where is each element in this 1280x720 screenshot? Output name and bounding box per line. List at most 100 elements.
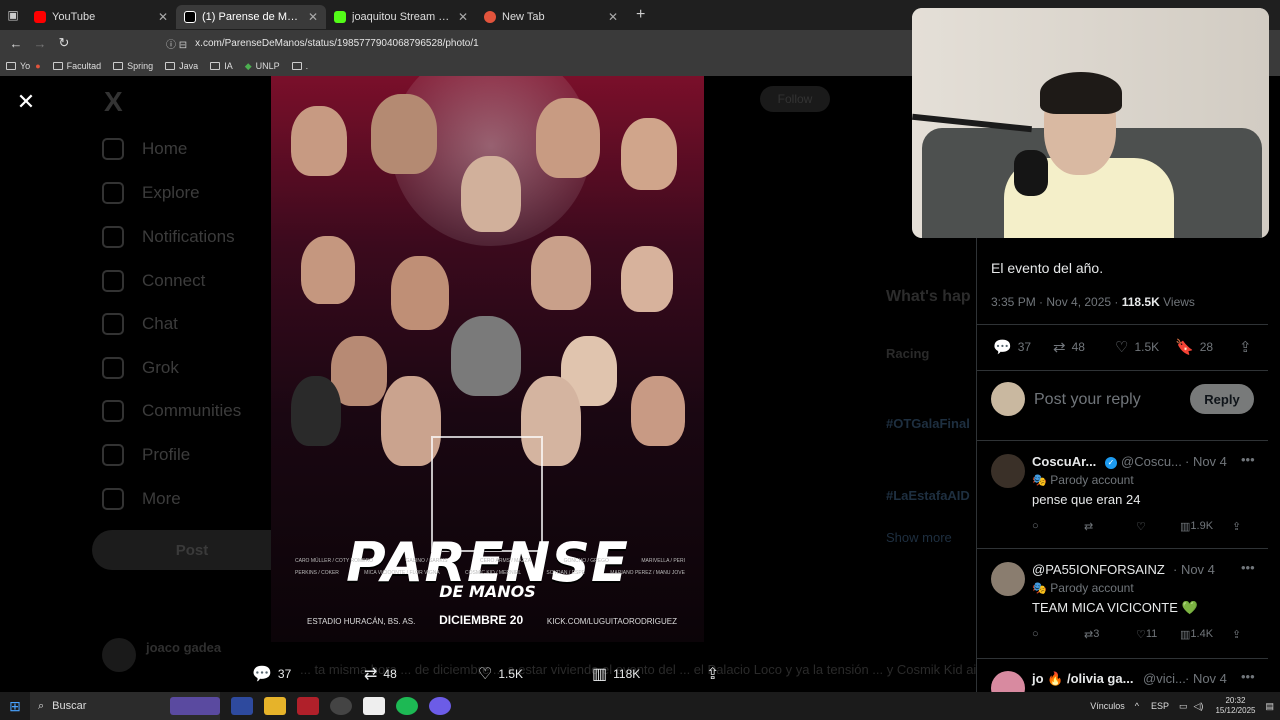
close-tab-icon[interactable]: ✕ xyxy=(308,10,318,24)
show-more-link: Show more xyxy=(886,530,952,545)
nav-label: Explore xyxy=(142,183,200,202)
view-count: 1.9K xyxy=(1190,520,1214,532)
views-stat[interactable]: ▥ 1.9K xyxy=(1180,520,1213,533)
reply-button[interactable]: Reply xyxy=(1190,384,1254,414)
like-action[interactable]: ♡ 1.5K xyxy=(478,664,523,684)
more-options-icon[interactable]: ••• xyxy=(1241,560,1255,575)
more-options-icon[interactable]: ••• xyxy=(1241,669,1255,684)
view-count: 118K xyxy=(613,667,641,681)
like-stat[interactable]: ♡ 11 xyxy=(1136,628,1157,641)
chevron-up-icon[interactable]: ^ xyxy=(1135,701,1139,711)
comment-icon[interactable]: ○ xyxy=(1032,628,1039,640)
follow-button: Follow xyxy=(760,86,830,112)
close-tab-icon[interactable]: ✕ xyxy=(458,10,468,24)
unlp-icon: ◆ xyxy=(244,60,252,71)
reply-author[interactable]: CoscuAr... xyxy=(1032,454,1096,469)
fighter-photo xyxy=(371,94,437,174)
reply-author[interactable]: @PA55IONFORSAINZ xyxy=(1032,562,1165,577)
volume-icon[interactable]: ◁) xyxy=(1194,701,1204,712)
matchup-label: MARIANO PEREZ / MANU JOVE xyxy=(610,570,685,576)
network-icon[interactable]: ▭ xyxy=(1179,701,1188,712)
reply-date: · Nov 4 xyxy=(1185,454,1227,469)
spotify-icon[interactable] xyxy=(396,697,418,715)
trend-item: #OTGalaFinal xyxy=(886,416,970,431)
scrollbar[interactable] xyxy=(1268,76,1280,692)
repost-stat[interactable]: ⇄ 48 xyxy=(1053,338,1085,356)
intellij-icon[interactable] xyxy=(231,697,253,715)
heart-icon: ♡ xyxy=(1115,339,1129,356)
user-avatar xyxy=(991,382,1025,416)
nav-label: Notifications xyxy=(142,227,235,246)
share-icon[interactable]: ⇪ xyxy=(1232,628,1241,641)
matchup-label: MICA VICIOONTE / FLOR VIGNA xyxy=(364,570,440,576)
reply-date: · Nov 4 xyxy=(1173,562,1215,577)
views-stat[interactable]: ▥ 1.4K xyxy=(1180,628,1213,641)
bookmark-spring[interactable]: Spring xyxy=(113,61,153,71)
repost-icon[interactable]: ⇄ xyxy=(1084,520,1093,533)
close-tab-icon[interactable]: ✕ xyxy=(608,10,618,24)
comment-icon[interactable]: ○ xyxy=(1032,520,1039,532)
tab-search-icon[interactable]: ▣ xyxy=(0,0,26,30)
tab-kick-stream[interactable]: joaquitou Stream - Watch Live ✕ xyxy=(326,5,476,29)
close-icon[interactable]: ✕ xyxy=(14,89,38,114)
bookmark-ia[interactable]: IA xyxy=(210,61,233,71)
tab-x-post[interactable]: (1) Parense de Manos (@Parense ✕ xyxy=(176,5,326,29)
file-explorer-icon[interactable] xyxy=(264,697,286,715)
clock-time: 20:32 xyxy=(1225,696,1246,705)
app-icon[interactable] xyxy=(297,697,319,715)
clock[interactable]: 20:32 15/12/2025 xyxy=(1215,696,1255,716)
bookmark-facultad[interactable]: Facultad xyxy=(52,61,101,71)
url-field[interactable]: ⓘ ⊟ x.com/ParenseDeManos/status/19857779… xyxy=(166,36,479,51)
tray-label[interactable]: Vínculos xyxy=(1090,701,1125,711)
reply-count: 37 xyxy=(277,667,292,681)
bookmark-dot[interactable]: . xyxy=(291,61,308,71)
views-action[interactable]: ▥ 118K xyxy=(592,664,640,684)
share-action[interactable]: ⇪ xyxy=(706,664,725,684)
streamer-webcam-overlay xyxy=(912,8,1269,238)
divider xyxy=(977,548,1268,549)
close-tab-icon[interactable]: ✕ xyxy=(158,10,168,24)
share-stat[interactable]: ⇪ xyxy=(1239,338,1258,356)
reply-avatar[interactable] xyxy=(991,562,1025,596)
heart-icon[interactable]: ♡ xyxy=(1136,520,1146,533)
nav-label: Connect xyxy=(142,271,206,290)
tweet-timestamp[interactable]: 3:35 PM · Nov 4, 2025 · xyxy=(991,295,1122,309)
obs-icon[interactable] xyxy=(429,697,451,715)
fighter-photo xyxy=(531,236,591,310)
reply-input[interactable]: Post your reply xyxy=(1034,391,1141,409)
bookmark-java[interactable]: Java xyxy=(165,61,198,71)
reply-count: 37 xyxy=(1017,340,1032,354)
browser-icon[interactable] xyxy=(330,697,352,715)
event-poster-image[interactable]: PARENSE DE MANOS ESTADIO HURACÁN, BS. AS… xyxy=(271,76,704,642)
tab-youtube[interactable]: YouTube ✕ xyxy=(26,5,176,29)
bookmark-yo[interactable]: Yo ● xyxy=(6,61,41,71)
reply-stat[interactable]: 💬 37 xyxy=(993,338,1031,356)
document-icon[interactable] xyxy=(363,697,385,715)
new-tab-plus-icon[interactable]: + xyxy=(636,6,645,24)
repost-action[interactable]: ⇄ 48 xyxy=(364,664,397,684)
tag-text: Parody account xyxy=(1050,473,1134,487)
reply-action[interactable]: 💬 37 xyxy=(252,664,291,684)
nav-grok: Grok xyxy=(102,357,179,379)
notifications-icon[interactable]: ▤ xyxy=(1265,701,1274,712)
reply-avatar[interactable] xyxy=(991,454,1025,488)
divider xyxy=(977,440,1268,441)
language-indicator[interactable]: ESP xyxy=(1151,701,1169,711)
repost-stat[interactable]: ⇄ 3 xyxy=(1084,628,1099,641)
bookmark-unlp[interactable]: ◆ UNLP xyxy=(245,61,280,72)
reply-date: · Nov 4 xyxy=(1185,671,1227,686)
bookmark-stat[interactable]: 🔖 28 xyxy=(1175,338,1213,356)
share-icon[interactable]: ⇪ xyxy=(1232,520,1241,533)
system-tray: Vínculos ^ ESP ▭ ◁) 20:32 15/12/2025 ▤ xyxy=(1090,692,1274,720)
windows-start-icon[interactable]: ⊞ xyxy=(0,698,30,715)
reply-author[interactable]: jo 🔥 /olivia ga... xyxy=(1032,671,1133,687)
tab-title: New Tab xyxy=(502,11,545,23)
back-arrow-icon[interactable]: ← xyxy=(4,36,28,51)
like-stat[interactable]: ♡ 1.5K xyxy=(1115,338,1159,356)
more-options-icon[interactable]: ••• xyxy=(1241,452,1255,467)
reply-avatar[interactable] xyxy=(991,671,1025,692)
reload-icon[interactable]: ↻ xyxy=(52,35,76,51)
site-info-icon[interactable]: ⓘ ⊟ xyxy=(166,36,187,51)
forward-arrow-icon[interactable]: → xyxy=(28,36,52,51)
tab-new-tab[interactable]: New Tab ✕ xyxy=(476,5,626,29)
